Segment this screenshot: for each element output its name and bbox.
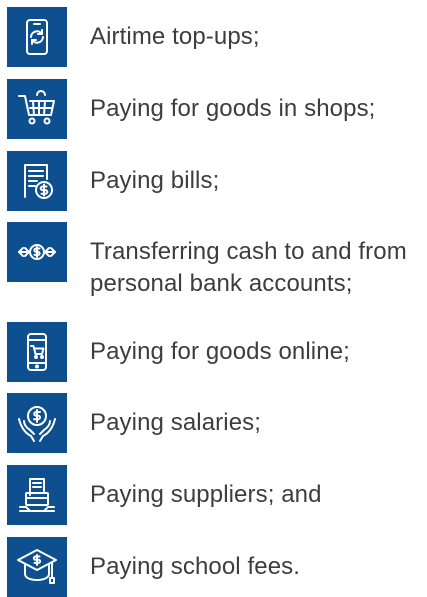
shopping-cart-icon bbox=[7, 79, 67, 139]
item-label-line2: personal bank accounts; bbox=[90, 270, 353, 297]
graduation-cap-dollar-icon bbox=[7, 537, 67, 597]
item-label: Paying suppliers; and bbox=[90, 481, 322, 508]
item-label: Paying for goods online; bbox=[90, 338, 350, 365]
mobile-refresh-icon bbox=[7, 7, 67, 67]
item-label: Airtime top-ups; bbox=[90, 23, 260, 50]
item-label: Paying salaries; bbox=[90, 409, 262, 436]
payment-uses-list: Airtime top-ups; Paying for goods in sho… bbox=[0, 0, 427, 597]
item-label-line1: Transferring cash to and from bbox=[90, 238, 407, 265]
item-label: Paying school fees. bbox=[90, 553, 301, 580]
cash-transfer-icon bbox=[7, 222, 67, 282]
bill-dollar-icon bbox=[7, 151, 67, 211]
mobile-cart-icon bbox=[7, 322, 67, 382]
item-label: Paying for goods in shops; bbox=[90, 95, 376, 122]
supplier-box-icon bbox=[7, 465, 67, 525]
hands-coin-icon bbox=[7, 393, 67, 453]
item-label: Paying bills; bbox=[90, 167, 220, 194]
